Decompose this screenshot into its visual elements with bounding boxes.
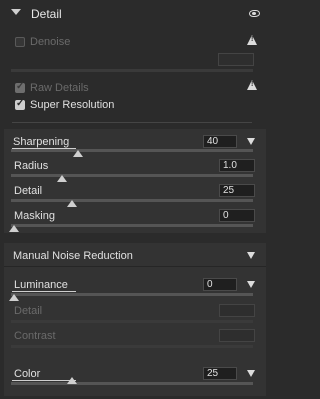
luminance-label: Luminance (14, 279, 68, 291)
denoise-slider-track (11, 69, 253, 72)
raw-details-checkbox (15, 81, 25, 93)
luminance-slider-thumb[interactable] (9, 294, 19, 301)
super-resolution-checkbox[interactable] (15, 98, 25, 110)
dropdown-triangle-icon[interactable] (247, 281, 255, 288)
detail-slider-track[interactable] (11, 199, 253, 202)
dropdown-triangle-icon[interactable] (247, 252, 255, 259)
radius-value-field[interactable]: 1.0 (219, 159, 255, 172)
warning-icon (247, 35, 257, 45)
denoise-value-field (218, 53, 254, 66)
detail-value-field[interactable]: 25 (219, 184, 255, 197)
eye-icon[interactable] (249, 10, 260, 17)
denoise-checkbox[interactable] (15, 37, 25, 47)
color-value-field[interactable]: 25 (203, 367, 237, 380)
color-slider-thumb[interactable] (67, 377, 77, 384)
nr-detail-value-field (219, 304, 255, 317)
color-slider-track[interactable] (11, 382, 253, 385)
radius-slider-thumb[interactable] (57, 175, 67, 182)
radius-label: Radius (14, 160, 49, 172)
color-label: Color (14, 368, 41, 380)
warning-icon (247, 80, 257, 90)
focus-underline (12, 291, 76, 292)
super-resolution-label: Super Resolution (30, 99, 115, 111)
masking-slider-track[interactable] (11, 224, 253, 227)
nr-detail-slider-track (11, 320, 253, 323)
detail-label: Detail (14, 185, 43, 197)
contrast-value-field (219, 329, 255, 342)
contrast-label: Contrast (14, 330, 56, 342)
sharpening-label: Sharpening (13, 136, 70, 148)
masking-label: Masking (14, 210, 55, 222)
raw-details-label: Raw Details (30, 82, 89, 94)
detail-slider-thumb[interactable] (67, 200, 77, 207)
dropdown-triangle-icon[interactable] (247, 138, 255, 145)
sharpening-slider-thumb[interactable] (73, 150, 83, 157)
masking-slider-thumb[interactable] (9, 225, 19, 232)
dropdown-triangle-icon[interactable] (247, 370, 255, 377)
section-divider (4, 266, 266, 267)
collapse-chevron-icon[interactable] (11, 9, 21, 15)
contrast-slider-track (11, 345, 253, 348)
sharpening-slider-track[interactable] (11, 149, 253, 152)
masking-value-field[interactable]: 0 (219, 209, 255, 222)
noise-reduction-title: Manual Noise Reduction (13, 250, 133, 262)
panel-title: Detail (31, 7, 62, 21)
luminance-value-field[interactable]: 0 (203, 278, 237, 291)
radius-slider-track[interactable] (11, 174, 253, 177)
section-divider (12, 122, 252, 123)
luminance-slider-track[interactable] (11, 293, 253, 296)
denoise-label: Denoise (30, 36, 71, 48)
sharpening-value-field[interactable]: 40 (203, 135, 237, 148)
nr-detail-label: Detail (14, 305, 43, 317)
